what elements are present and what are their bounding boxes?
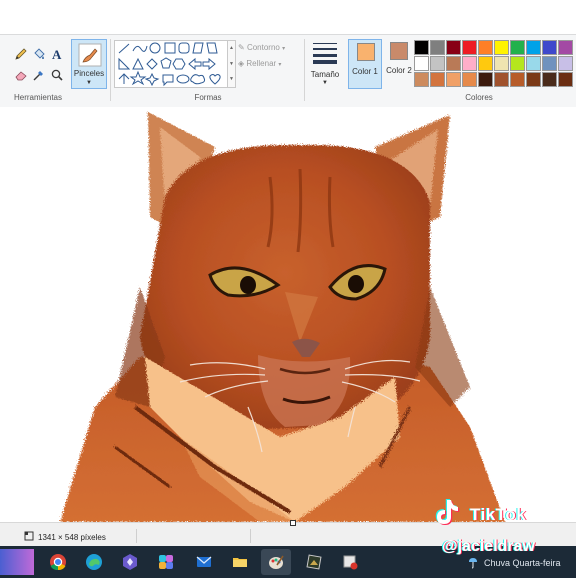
color2-button[interactable]: Color 2 bbox=[382, 39, 416, 89]
edge-icon[interactable] bbox=[79, 549, 109, 575]
brushes-label: Pinceles bbox=[73, 69, 105, 78]
palette-swatch[interactable] bbox=[430, 72, 445, 87]
canvas-size-icon bbox=[24, 531, 34, 543]
snipping-tool-icon[interactable] bbox=[335, 549, 365, 575]
palette-swatch[interactable] bbox=[414, 72, 429, 87]
color1-swatch bbox=[357, 43, 375, 61]
palette-swatch[interactable] bbox=[526, 56, 541, 71]
canvas-resize-handle[interactable] bbox=[290, 520, 296, 526]
magnifier-icon[interactable] bbox=[50, 68, 64, 82]
palette-swatch[interactable] bbox=[526, 72, 541, 87]
palette-swatch[interactable] bbox=[526, 40, 541, 55]
palette-swatch[interactable] bbox=[462, 40, 477, 55]
palette-swatch[interactable] bbox=[494, 40, 509, 55]
widgets-icon[interactable] bbox=[0, 549, 34, 575]
brushes-button[interactable]: Pinceles ▼ bbox=[71, 39, 107, 89]
palette-swatch[interactable] bbox=[494, 56, 509, 71]
palette-swatch[interactable] bbox=[542, 72, 557, 87]
shapes-group-label: Formas bbox=[194, 93, 222, 102]
chevron-down-icon: ▾ bbox=[278, 62, 282, 68]
paint-icon[interactable] bbox=[261, 549, 291, 575]
color-picker-icon[interactable] bbox=[32, 68, 46, 82]
file-explorer-icon[interactable] bbox=[225, 549, 255, 575]
palette-swatch[interactable] bbox=[446, 40, 461, 55]
chrome-icon[interactable] bbox=[43, 549, 73, 575]
eraser-icon[interactable] bbox=[14, 68, 28, 82]
color2-swatch bbox=[390, 42, 408, 60]
tiktok-logo-icon bbox=[430, 496, 462, 530]
weather-label[interactable]: Chuva Quarta-feira bbox=[484, 558, 561, 568]
outline-label: Contorno bbox=[246, 43, 280, 52]
palette-swatch[interactable] bbox=[430, 56, 445, 71]
fill-command[interactable]: ◈ Rellenar ▾ bbox=[238, 59, 281, 68]
palette-swatch[interactable] bbox=[478, 56, 493, 71]
chevron-down-icon: ▼ bbox=[322, 80, 328, 86]
palette-swatch[interactable] bbox=[414, 56, 429, 71]
colors-group-label: Colores bbox=[465, 93, 493, 102]
color2-label: Color 2 bbox=[386, 66, 412, 75]
weather-rain-icon[interactable] bbox=[466, 555, 480, 571]
shapes-grid[interactable] bbox=[115, 41, 227, 87]
copilot-icon[interactable] bbox=[151, 549, 181, 575]
chevron-down-icon[interactable]: ▼ bbox=[228, 61, 235, 67]
title-area bbox=[0, 0, 576, 34]
svg-text:A: A bbox=[52, 47, 62, 61]
palette-swatch[interactable] bbox=[494, 72, 509, 87]
palette-swatch[interactable] bbox=[510, 72, 525, 87]
canvas-dimensions: 1341 × 548 píxeles bbox=[38, 533, 106, 542]
palette-swatch[interactable] bbox=[462, 72, 477, 87]
store-hexagon-icon[interactable] bbox=[115, 549, 145, 575]
size-label: Tamaño bbox=[310, 70, 340, 79]
palette-swatch[interactable] bbox=[542, 40, 557, 55]
tiktok-watermark: TikTok bbox=[470, 505, 527, 524]
palette-swatch[interactable] bbox=[558, 40, 573, 55]
brush-icon bbox=[78, 43, 102, 69]
outline-command[interactable]: ✎ Contorno ▾ bbox=[238, 43, 285, 52]
painting-cat[interactable] bbox=[0, 107, 576, 522]
tiktok-username: @jacieldraw bbox=[442, 538, 535, 555]
fill-bucket-icon[interactable] bbox=[32, 47, 46, 61]
chevron-up-icon[interactable]: ▲ bbox=[228, 45, 235, 51]
line-width-icon bbox=[313, 43, 337, 64]
color1-label: Color 1 bbox=[352, 67, 378, 76]
palette-swatch[interactable] bbox=[510, 40, 525, 55]
palette-swatch[interactable] bbox=[478, 72, 493, 87]
fill-label: Rellenar bbox=[246, 59, 277, 68]
palette-swatch[interactable] bbox=[558, 56, 573, 71]
fill-icon: ◈ bbox=[238, 59, 245, 68]
palette-swatch[interactable] bbox=[414, 40, 429, 55]
palette-swatch[interactable] bbox=[478, 40, 493, 55]
palette-swatch[interactable] bbox=[558, 72, 573, 87]
text-icon[interactable]: A bbox=[50, 47, 64, 61]
palette-swatch[interactable] bbox=[510, 56, 525, 71]
chevron-down-icon: ▼ bbox=[86, 80, 92, 86]
divider bbox=[304, 39, 305, 101]
color1-button[interactable]: Color 1 bbox=[348, 39, 382, 89]
chevron-down-icon: ▾ bbox=[282, 46, 286, 52]
outline-icon: ✎ bbox=[238, 43, 245, 52]
shapes-gallery[interactable] bbox=[114, 40, 228, 88]
expand-gallery-icon[interactable]: ▼ bbox=[228, 76, 235, 82]
ribbon: A Herramientas Pinceles ▼ ▲ ▼ ▼ ✎ Contor… bbox=[0, 34, 576, 108]
palette-swatch[interactable] bbox=[430, 40, 445, 55]
size-button[interactable]: Tamaño ▼ bbox=[310, 39, 340, 89]
divider bbox=[250, 529, 251, 543]
palette-swatch[interactable] bbox=[462, 56, 477, 71]
palette-swatch[interactable] bbox=[446, 72, 461, 87]
divider bbox=[110, 39, 111, 101]
mail-icon[interactable] bbox=[189, 549, 219, 575]
color-palette bbox=[414, 40, 576, 90]
divider bbox=[136, 529, 137, 543]
shapes-scrollbar[interactable]: ▲ ▼ ▼ bbox=[228, 40, 236, 88]
canvas-area[interactable] bbox=[0, 107, 576, 522]
palette-swatch[interactable] bbox=[446, 56, 461, 71]
photos-icon[interactable] bbox=[299, 549, 329, 575]
tools-group-label: Herramientas bbox=[13, 93, 62, 102]
pencil-icon[interactable] bbox=[14, 47, 28, 61]
palette-swatch[interactable] bbox=[542, 56, 557, 71]
